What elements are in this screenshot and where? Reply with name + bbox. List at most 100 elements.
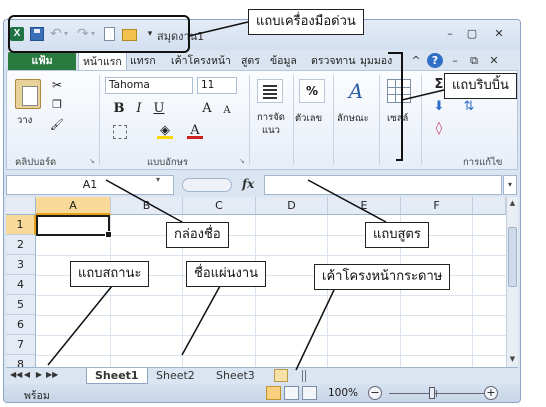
- row-header[interactable]: 1: [6, 215, 36, 235]
- underline-button[interactable]: U: [151, 101, 167, 117]
- last-sheet-icon[interactable]: ▶▶: [46, 370, 58, 379]
- open-folder-icon[interactable]: [122, 29, 137, 41]
- zoom-out-button[interactable]: −: [368, 386, 382, 400]
- sheet-tab-sheet3[interactable]: Sheet3: [208, 368, 263, 384]
- cut-icon[interactable]: ✂: [49, 77, 65, 93]
- name-box-dropdown-icon[interactable]: ▾: [156, 175, 160, 184]
- callout-ribbon: แถบริบบิ้น: [444, 73, 517, 99]
- close-button[interactable]: ✕: [490, 26, 508, 42]
- tab-formulas[interactable]: สูตร: [237, 52, 264, 70]
- tab-data[interactable]: ข้อมูล: [266, 52, 301, 70]
- workbook-close-button[interactable]: ✕: [486, 53, 502, 68]
- insert-function-icon[interactable]: fx: [242, 177, 254, 191]
- workbook-restore-button[interactable]: ⧉: [466, 53, 482, 68]
- expand-formula-bar-icon[interactable]: ▾: [503, 175, 517, 195]
- column-header[interactable]: A: [36, 197, 111, 215]
- collapse-ribbon-icon[interactable]: ^: [408, 53, 424, 68]
- fill-color-icon[interactable]: ◈: [157, 123, 173, 139]
- shrink-font-button[interactable]: A: [219, 103, 235, 119]
- italic-button[interactable]: I: [131, 101, 147, 117]
- restore-button[interactable]: ▢: [463, 26, 481, 42]
- help-icon[interactable]: ?: [427, 53, 443, 68]
- zoom-percent[interactable]: 100%: [328, 387, 358, 399]
- next-sheet-icon[interactable]: ▶: [34, 370, 44, 379]
- paste-button[interactable]: วาง: [17, 113, 32, 128]
- sort-filter-icon[interactable]: ⇅: [461, 99, 477, 115]
- name-box[interactable]: A1: [6, 175, 174, 195]
- row-header[interactable]: 4: [6, 275, 36, 295]
- number-button[interactable]: ตัวเลข: [295, 111, 322, 126]
- column-header[interactable]: C: [183, 197, 256, 215]
- save-icon[interactable]: [30, 27, 44, 41]
- number-format-icon[interactable]: %: [299, 79, 325, 103]
- styles-icon[interactable]: A: [343, 77, 369, 105]
- fill-down-icon[interactable]: ⬇: [431, 99, 447, 115]
- workbook-minimize-button[interactable]: –: [447, 53, 463, 68]
- undo-dropdown-icon[interactable]: ▾: [64, 27, 72, 41]
- row-header[interactable]: 6: [6, 315, 36, 335]
- prev-sheet-icon[interactable]: ◀: [22, 370, 32, 379]
- alignment-icon[interactable]: [257, 79, 283, 103]
- active-cell[interactable]: [36, 215, 112, 238]
- clipboard-launcher-icon[interactable]: ↘: [89, 157, 95, 165]
- scroll-down-icon[interactable]: ▼: [507, 353, 518, 365]
- tab-home[interactable]: หน้าแรก: [78, 52, 127, 70]
- styles-button[interactable]: ลักษณะ: [337, 111, 369, 126]
- tab-view[interactable]: มุมมอง: [356, 52, 396, 70]
- font-name-select[interactable]: Tahoma: [105, 77, 193, 94]
- excel-app-icon[interactable]: X: [10, 27, 24, 41]
- sheet-tab-sheet1[interactable]: Sheet1: [86, 368, 148, 384]
- tab-insert[interactable]: แทรก: [126, 52, 160, 70]
- scroll-up-icon[interactable]: ▲: [507, 197, 518, 209]
- zoom-in-button[interactable]: +: [484, 386, 498, 400]
- redo-icon[interactable]: ↷: [77, 27, 91, 41]
- page-break-view-button[interactable]: [302, 386, 317, 400]
- font-launcher-icon[interactable]: ↘: [239, 157, 245, 165]
- zoom-slider-thumb[interactable]: [429, 387, 435, 399]
- redo-dropdown-icon[interactable]: ▾: [91, 27, 99, 41]
- first-sheet-icon[interactable]: ◀◀: [10, 370, 22, 379]
- font-color-button[interactable]: A: [187, 123, 203, 139]
- formula-input[interactable]: [264, 175, 502, 195]
- new-file-icon[interactable]: [104, 27, 115, 41]
- row-header[interactable]: 7: [6, 335, 36, 355]
- format-painter-icon[interactable]: 🖌: [49, 117, 65, 133]
- borders-icon[interactable]: [113, 125, 127, 139]
- row-header[interactable]: 8: [6, 355, 36, 367]
- sheet-tab-sheet2[interactable]: Sheet2: [148, 368, 203, 384]
- column-header[interactable]: E: [328, 197, 401, 215]
- column-header[interactable]: F: [401, 197, 473, 215]
- column-header[interactable]: D: [256, 197, 328, 215]
- bold-button[interactable]: B: [111, 101, 127, 117]
- row-header[interactable]: 2: [6, 235, 36, 255]
- tab-file[interactable]: แฟ้ม: [8, 52, 76, 70]
- insert-sheet-icon[interactable]: [274, 369, 288, 382]
- font-size-select[interactable]: 11: [197, 77, 237, 94]
- cells-icon[interactable]: [387, 79, 411, 103]
- column-header[interactable]: B: [111, 197, 183, 215]
- formula-bar-splitter[interactable]: [182, 178, 232, 192]
- callout-status-bar: แถบสถานะ: [70, 261, 150, 287]
- row-header[interactable]: 3: [6, 255, 36, 275]
- select-all-button[interactable]: [6, 197, 36, 215]
- row-header[interactable]: 5: [6, 295, 36, 315]
- clear-icon[interactable]: ◊: [431, 121, 447, 137]
- gridline: [36, 315, 506, 316]
- paste-icon[interactable]: [15, 79, 41, 109]
- horizontal-scroll-splitter[interactable]: [302, 370, 306, 382]
- customize-toolbar-icon[interactable]: ▾: [145, 27, 155, 41]
- page-layout-view-button[interactable]: [284, 386, 299, 400]
- minimize-button[interactable]: –: [441, 26, 459, 42]
- alignment-button[interactable]: การจัดแนว: [253, 111, 289, 137]
- tab-page-layout[interactable]: เค้าโครงหน้า: [167, 52, 235, 70]
- undo-icon[interactable]: ↶: [50, 27, 64, 41]
- copy-icon[interactable]: ❐: [49, 97, 65, 113]
- normal-view-button[interactable]: [266, 386, 281, 400]
- grow-font-button[interactable]: A: [199, 101, 215, 117]
- tab-review[interactable]: ตรวจทาน: [307, 52, 360, 70]
- cells-button[interactable]: เซลล์: [387, 111, 408, 126]
- scroll-thumb[interactable]: [508, 227, 517, 287]
- vertical-scrollbar[interactable]: ▲ ▼: [506, 197, 518, 367]
- ribbon-tabs: แฟ้ม หน้าแรก แทรก เค้าโครงหน้า สูตร ข้อม…: [4, 50, 520, 70]
- column-header-partial[interactable]: [473, 197, 506, 215]
